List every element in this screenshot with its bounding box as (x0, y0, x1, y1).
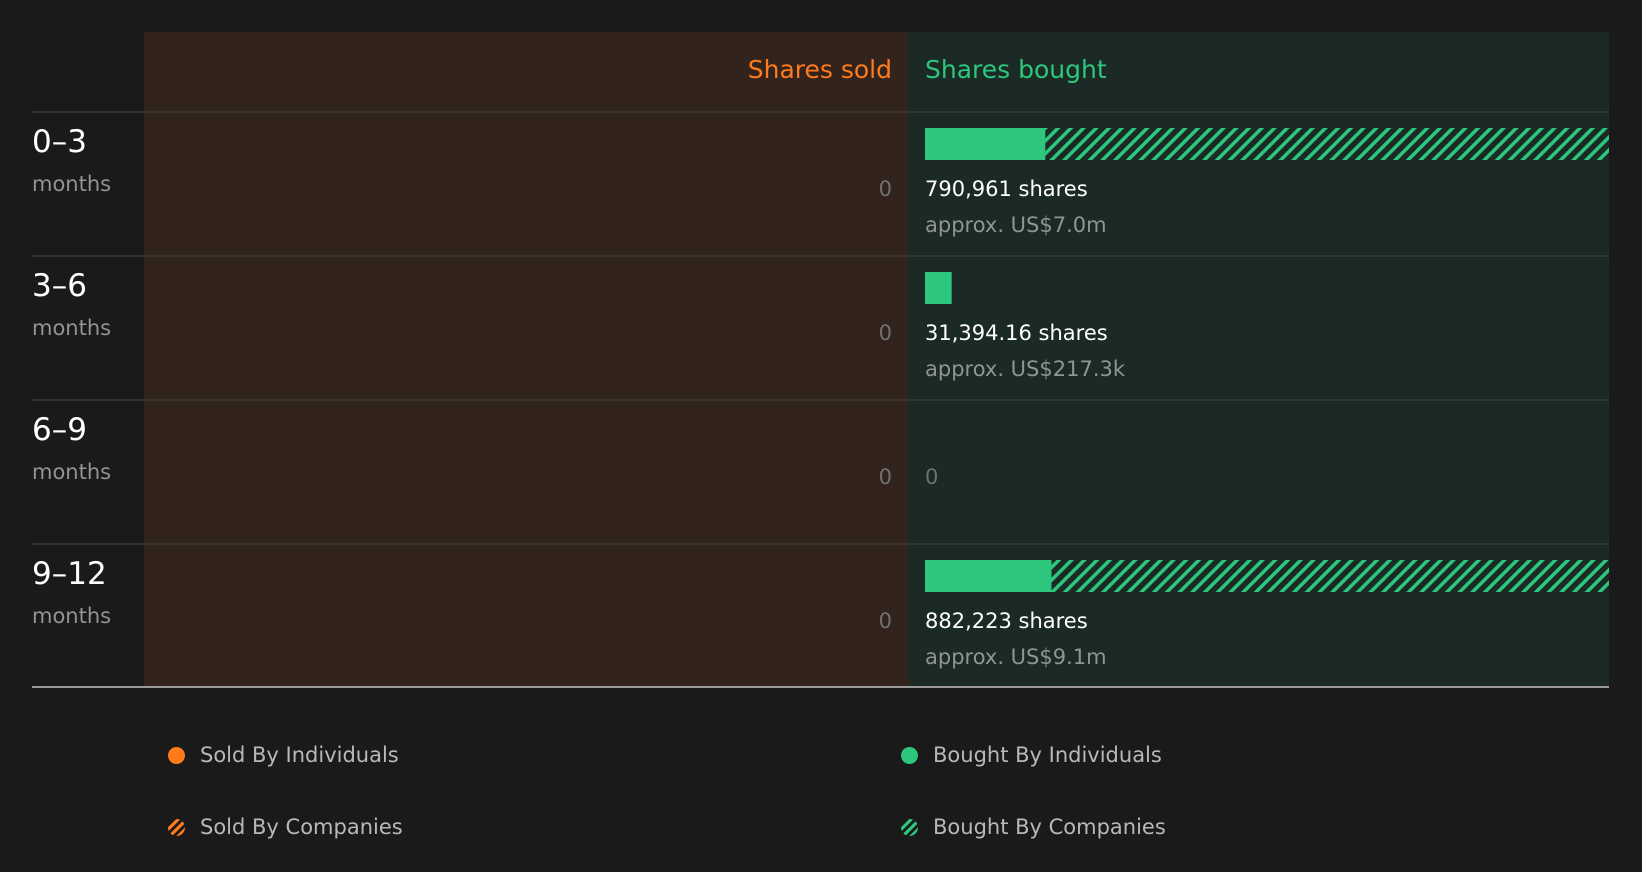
legend-sold-companies-label: Sold By Companies (200, 815, 403, 839)
bar-bought-companies (1045, 128, 1609, 160)
bought-header: Shares bought (925, 55, 1107, 84)
row-period-label: 0–3 (32, 124, 87, 160)
legend-bought-individuals: Bought By Individuals (901, 743, 1162, 767)
bought-zero-label: 0 (925, 465, 938, 489)
legend-bought-individuals-label: Bought By Individuals (933, 743, 1162, 767)
bar-bought-individuals (925, 128, 1046, 160)
sold-header: Shares sold (748, 55, 892, 84)
insider-trading-chart: Shares sold Shares bought 0–3 months 0 790,… (32, 32, 1609, 688)
sold-value-label: 0 (879, 465, 892, 489)
row-period-label: 3–6 (32, 268, 87, 304)
bar-bought-companies (1051, 560, 1609, 592)
legend-sold-individuals: Sold By Individuals (168, 743, 399, 767)
row-unit-label: months (32, 316, 111, 340)
legend-bought-companies-label: Bought By Companies (933, 815, 1166, 839)
bought-shares-label: 882,223 shares (925, 609, 1088, 633)
bought-value-label: approx. US$217.3k (925, 357, 1126, 381)
sold-individuals-swatch (168, 746, 185, 764)
bought-value-label: approx. US$7.0m (925, 213, 1107, 237)
sold-value-label: 0 (879, 609, 892, 633)
row-period-label: 6–9 (32, 412, 87, 448)
bought-shares-label: 790,961 shares (925, 177, 1088, 201)
sold-panel (144, 32, 909, 687)
sold-value-label: 0 (879, 321, 892, 345)
row-unit-label: months (32, 172, 111, 196)
legend-sold-companies: Sold By Companies (168, 815, 403, 839)
bought-individuals-swatch (901, 746, 918, 764)
row-period-label: 9–12 (32, 556, 107, 592)
bought-value-label: approx. US$9.1m (925, 645, 1107, 669)
row-unit-label: months (32, 604, 111, 628)
sold-value-label: 0 (879, 177, 892, 201)
bar-bought-individuals (925, 272, 952, 304)
bought-companies-swatch (901, 818, 918, 836)
bought-shares-label: 31,394.16 shares (925, 321, 1108, 345)
legend-bought-companies: Bought By Companies (901, 815, 1166, 839)
row-unit-label: months (32, 460, 111, 484)
sold-companies-swatch (168, 818, 185, 836)
bar-bought-individuals (925, 560, 1052, 592)
legend-sold-individuals-label: Sold By Individuals (200, 743, 399, 767)
